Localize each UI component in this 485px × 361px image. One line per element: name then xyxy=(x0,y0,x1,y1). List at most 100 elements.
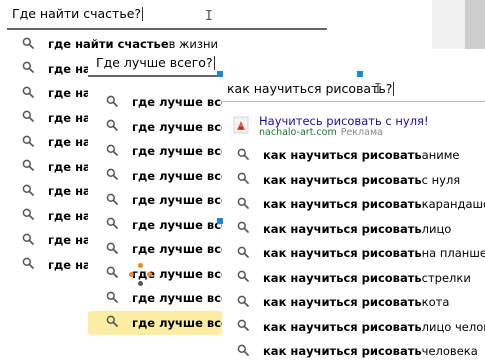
resize-handle[interactable] xyxy=(217,71,223,77)
suggest-item-bold-text: где лучше все xyxy=(132,242,229,256)
suggest-item-bold-text: где на xyxy=(48,86,91,100)
suggest-item[interactable]: как научиться рисовать аниме xyxy=(235,143,459,167)
text-caret xyxy=(142,7,144,21)
drag-dot[interactable] xyxy=(147,272,152,277)
search-icon xyxy=(20,86,36,101)
search-icon xyxy=(235,344,251,359)
suggest-item[interactable]: где на xyxy=(20,179,91,203)
search-icon xyxy=(235,295,251,310)
suggest-item[interactable]: где на xyxy=(20,253,91,277)
suggest-item[interactable]: как научиться рисовать кота xyxy=(235,290,449,314)
drag-dot[interactable] xyxy=(138,281,143,286)
search-icon xyxy=(20,257,36,272)
search-icon xyxy=(104,168,120,183)
suggest-item-bold-text: где на xyxy=(48,184,91,198)
search-icon xyxy=(20,110,36,125)
search-input-underline xyxy=(222,101,485,102)
suggest-item-bold-text: где лучше все xyxy=(132,95,229,109)
search-icon xyxy=(104,193,120,208)
suggest-item-bold-text: где на xyxy=(48,110,91,125)
suggest-item-completion-text: стрелки xyxy=(421,270,471,285)
drag-dot[interactable] xyxy=(129,272,134,277)
search-icon xyxy=(235,246,251,261)
suggest-item-bold-text: где лучше все xyxy=(132,315,229,330)
suggest-item-completion-text: на планшете xyxy=(421,246,485,260)
suggest-item-bold-text: где лучше все xyxy=(132,119,229,134)
suggest-item-bold-text: где на xyxy=(48,233,91,247)
search-icon xyxy=(20,184,36,199)
suggest-item[interactable]: как научиться рисовать на планшете xyxy=(235,241,485,265)
resize-handle[interactable] xyxy=(217,218,223,224)
suggest-item[interactable]: где на xyxy=(20,155,91,179)
search-input[interactable]: как научиться рисовать? xyxy=(227,81,395,96)
text-caret xyxy=(213,56,215,70)
text-cursor-icon: I xyxy=(205,9,213,24)
suggest-item-bold-text: где лучше все xyxy=(132,291,229,305)
search-icon xyxy=(104,291,120,306)
ad-domain[interactable]: nachalo-art.com xyxy=(259,127,337,138)
search-icon xyxy=(235,319,251,334)
suggest-item-completion-text: кота xyxy=(421,295,450,309)
search-input-value: как научиться рисовать? xyxy=(227,81,393,96)
suggest-item[interactable]: где на xyxy=(20,57,91,81)
suggest-item-bold-text: как научиться рисовать xyxy=(263,295,422,309)
drag-dot[interactable] xyxy=(138,263,143,268)
suggest-item-bold-text: где на xyxy=(48,257,91,272)
search-input-underline xyxy=(88,75,220,77)
search-input-value: Где найти счастье? xyxy=(12,6,142,21)
suggest-item-completion-text: лицо xyxy=(421,221,452,236)
suggest-item[interactable]: где на xyxy=(20,228,91,252)
search-icon xyxy=(235,221,251,236)
suggest-item[interactable]: как научиться рисовать с нуля xyxy=(235,168,460,192)
suggest-item-bold-text: как научиться рисовать xyxy=(263,221,422,236)
suggest-item[interactable]: как научиться рисовать лицо xyxy=(235,217,451,241)
suggest-panel-drawing: как научиться рисовать? I Научитесь рисо… xyxy=(222,75,485,361)
search-icon xyxy=(104,144,120,159)
search-icon xyxy=(235,270,251,285)
search-input[interactable]: Где найти счастье? xyxy=(12,6,144,21)
search-icon xyxy=(104,217,120,232)
resize-handle[interactable] xyxy=(357,71,363,77)
suggest-item-bold-text: где на xyxy=(48,159,91,174)
ad-title-link[interactable]: Научитесь рисовать с нуля! xyxy=(259,114,429,128)
search-icon xyxy=(20,208,36,223)
suggest-item[interactable]: как научиться рисовать человека xyxy=(235,339,478,361)
suggest-item-completion-text: аниме xyxy=(421,148,460,162)
search-icon xyxy=(104,242,120,257)
suggest-item[interactable]: как научиться рисовать стрелки xyxy=(235,266,471,290)
search-icon xyxy=(20,37,36,52)
suggest-item-bold-text: как научиться рисовать xyxy=(263,246,422,260)
search-input[interactable]: Где лучше всего? xyxy=(96,55,215,70)
search-icon xyxy=(235,172,251,187)
suggest-item-completion-text: человека xyxy=(421,344,478,358)
paintbrush-icon xyxy=(233,116,249,134)
suggest-item-completion-text: с нуля xyxy=(421,172,461,187)
suggest-item-bold-text: где лучше все xyxy=(132,193,229,207)
search-icon xyxy=(20,233,36,248)
suggest-item[interactable]: где на xyxy=(20,130,91,154)
suggest-item-bold-text: как научиться рисовать xyxy=(263,172,422,187)
search-icon xyxy=(104,119,120,134)
text-caret xyxy=(393,82,395,96)
text-cursor-icon: I xyxy=(374,82,382,97)
ad-label: Реклама xyxy=(340,127,383,138)
search-icon xyxy=(20,135,36,150)
suggest-item-bold-text: как научиться рисовать xyxy=(263,319,422,334)
suggest-item[interactable]: где на xyxy=(20,81,91,105)
suggest-item[interactable]: как научиться рисовать карандашом xyxy=(235,192,485,216)
suggest-item-bold-text: где на xyxy=(48,61,91,76)
suggest-item[interactable]: где на xyxy=(20,204,91,228)
suggest-item-bold-text: где на xyxy=(48,208,91,223)
search-input-underline xyxy=(7,28,327,30)
suggest-item[interactable]: как научиться рисовать лицо человека xyxy=(235,315,485,339)
suggest-item-completion-text: карандашом xyxy=(421,197,485,211)
search-icon xyxy=(104,315,120,330)
suggest-item-bold-text: как научиться рисовать xyxy=(263,344,422,358)
ad-meta: nachalo-art.com Реклама xyxy=(259,127,383,138)
suggest-item[interactable]: где на xyxy=(20,106,91,130)
search-input-value: Где лучше всего? xyxy=(96,55,213,70)
suggest-item-bold-text: как научиться рисовать xyxy=(263,148,422,162)
search-icon xyxy=(235,197,251,212)
search-icon xyxy=(235,148,251,163)
suggest-item-bold-text: как научиться рисовать xyxy=(263,270,422,285)
